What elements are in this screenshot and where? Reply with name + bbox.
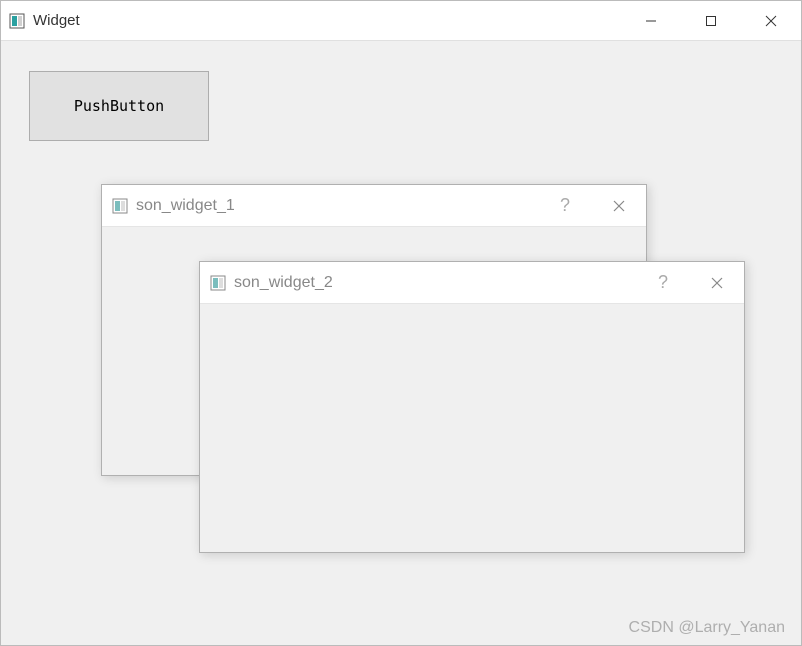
close-button[interactable] (592, 185, 646, 226)
minimize-button[interactable] (621, 1, 681, 40)
main-titlebar[interactable]: Widget (1, 1, 801, 41)
help-button[interactable]: ? (636, 262, 690, 303)
close-button[interactable] (690, 262, 744, 303)
close-button[interactable] (741, 1, 801, 40)
main-window: Widget PushButton (0, 0, 802, 646)
help-button[interactable]: ? (538, 185, 592, 226)
sub-window-2-title: son_widget_2 (234, 274, 636, 292)
sub-window-1-controls: ? (538, 185, 646, 226)
watermark: CSDN @Larry_Yanan (629, 619, 785, 637)
app-icon (9, 13, 25, 29)
sub-window-1-title: son_widget_1 (136, 197, 538, 215)
sub-window-2-titlebar[interactable]: son_widget_2 ? (200, 262, 744, 304)
question-icon: ? (560, 195, 570, 216)
window-controls (621, 1, 801, 40)
client-area: PushButton son_widget_1 ? (1, 41, 801, 645)
push-button[interactable]: PushButton (29, 71, 209, 141)
maximize-button[interactable] (681, 1, 741, 40)
sub-window-2-controls: ? (636, 262, 744, 303)
sub-window-1-titlebar[interactable]: son_widget_1 ? (102, 185, 646, 227)
sub-window-2[interactable]: son_widget_2 ? (199, 261, 745, 553)
app-icon (210, 275, 226, 291)
app-icon (112, 198, 128, 214)
main-window-title: Widget (33, 12, 621, 29)
question-icon: ? (658, 272, 668, 293)
